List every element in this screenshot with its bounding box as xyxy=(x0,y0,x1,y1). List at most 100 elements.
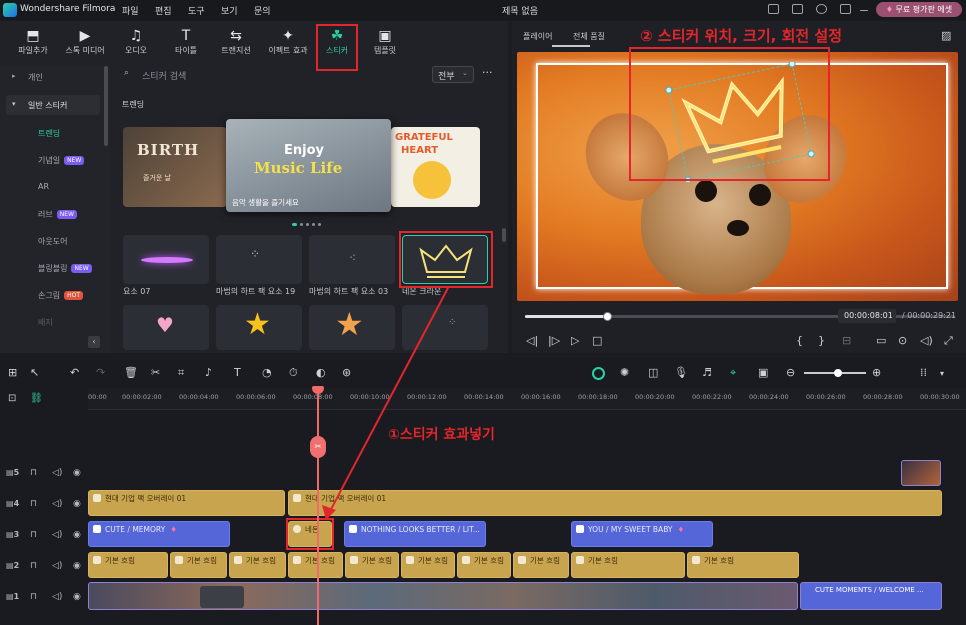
fullscreen-icon[interactable]: ⤢ xyxy=(944,334,953,348)
banner-music-life[interactable]: Enjoy Music Life 음악 생활을 즐기세요 xyxy=(226,119,391,212)
track3-title-clip[interactable]: CUTE / MEMORY ♦ xyxy=(88,521,230,547)
eye-icon[interactable]: ◉ xyxy=(73,530,81,540)
carousel-dot-active[interactable] xyxy=(292,223,297,226)
sticker-star-orange[interactable]: ★ xyxy=(309,305,395,350)
tool-templates[interactable]: ▣ 템플릿 xyxy=(360,27,410,63)
scene-icon[interactable]: ▣ xyxy=(758,366,768,379)
track2-blur-clip[interactable]: 기본 흐림 xyxy=(457,552,511,578)
upload-icon[interactable] xyxy=(840,4,851,14)
sticker-magic-heart-19[interactable]: ⁘ xyxy=(216,235,302,284)
shield-icon[interactable]: ◫ xyxy=(648,366,658,379)
delete-icon[interactable]: 🗑 xyxy=(124,366,138,379)
sidebar-item-trending[interactable]: 트렌딩 xyxy=(38,128,60,139)
carousel-dot[interactable] xyxy=(300,223,303,226)
menu-tools[interactable]: 도구 xyxy=(188,4,205,17)
grid-scrollbar[interactable] xyxy=(502,228,506,242)
sidebar-item-love[interactable]: 러브 NEW xyxy=(38,209,77,220)
sticker-heart[interactable]: ♥ xyxy=(123,305,209,350)
playhead-line[interactable] xyxy=(317,388,319,625)
sticker-sparkles[interactable]: ⁘ xyxy=(402,305,488,350)
track2-blur-clip[interactable]: 기본 흐림 xyxy=(513,552,569,578)
link-icon[interactable]: ⛓ xyxy=(30,393,43,404)
message-icon[interactable] xyxy=(792,4,803,14)
layout-grid-icon[interactable]: ⊞ xyxy=(8,366,17,379)
track1-title-clip[interactable]: CUTE MOMENTS / WELCOME ... xyxy=(800,582,942,610)
render-icon[interactable]: ⊟ xyxy=(842,334,851,347)
zoom-handle[interactable] xyxy=(834,369,842,377)
more-tools-icon[interactable]: ⊛ xyxy=(342,366,351,379)
timer-icon[interactable]: ⏱ xyxy=(289,366,298,380)
scrubber-handle[interactable] xyxy=(602,312,612,321)
layout-icon[interactable] xyxy=(768,4,779,14)
split-scissors-icon[interactable]: ✂ xyxy=(310,436,326,458)
zoom-in-icon[interactable]: ⊕ xyxy=(872,366,881,379)
redo-icon[interactable]: ↷ xyxy=(96,366,105,379)
sticker-magic-heart-03[interactable]: ⁖ xyxy=(309,235,395,284)
track2-blur-clip[interactable]: 기본 흐림 xyxy=(229,552,286,578)
stop-icon[interactable]: □ xyxy=(592,334,602,347)
lock-icon[interactable]: ⊓ xyxy=(30,499,37,509)
lock-icon[interactable]: ⊓ xyxy=(30,561,37,571)
mark-in-icon[interactable]: { xyxy=(796,334,803,347)
panel-layout-icon[interactable]: ⁞⁞ xyxy=(920,366,927,379)
tool-audio[interactable]: ♫ 오디오 xyxy=(111,27,161,63)
menu-help[interactable]: 문의 xyxy=(254,4,271,17)
lock-icon[interactable]: ⊓ xyxy=(30,592,37,602)
banner-grateful-heart[interactable]: GRATEFUL HEART xyxy=(391,127,480,207)
sidebar-general-row[interactable]: ▾ 일반 스티커 xyxy=(6,95,100,115)
sidebar-item-outdoor[interactable]: 아웃도어 xyxy=(38,236,67,247)
timeline-ruler[interactable]: 00:00 00:00:02:00 00:00:04:00 00:00:06:0… xyxy=(88,388,966,410)
lock-icon[interactable]: ⊓ xyxy=(30,468,37,478)
sidebar-personal[interactable]: 개인 xyxy=(28,72,43,83)
undo-icon[interactable]: ↶ xyxy=(70,366,79,379)
track1-video-clip[interactable] xyxy=(88,582,798,610)
track5-clip[interactable] xyxy=(901,460,941,486)
track4-overlay-clip[interactable]: 현대 기업 팩 오버레이 01 xyxy=(88,490,285,516)
tool-transitions[interactable]: ⇆ 트랜지션 xyxy=(211,27,261,63)
eye-icon[interactable]: ◉ xyxy=(73,561,81,571)
music-icon[interactable]: ♬ xyxy=(702,366,712,379)
microphone-icon[interactable]: 🎙 xyxy=(674,366,688,379)
chevron-down-icon[interactable]: ▾ xyxy=(940,369,944,378)
sidebar-collapse-button[interactable]: ‹ xyxy=(88,336,100,348)
auto-enhance-icon[interactable]: ✺ xyxy=(620,366,629,379)
search-input[interactable]: 스티커 검색 xyxy=(142,69,186,82)
audio-icon[interactable]: ◁) xyxy=(52,561,62,571)
tool-import[interactable]: ⬒ 파일추가 xyxy=(8,27,58,63)
snapshot-image-icon[interactable]: ▨ xyxy=(941,29,951,42)
play-icon[interactable]: ▷ xyxy=(571,334,579,347)
zoom-out-icon[interactable]: ⊖ xyxy=(786,366,795,379)
filter-dropdown[interactable]: 전부 ⌄ xyxy=(432,66,474,83)
prev-frame-icon[interactable]: ◁| xyxy=(526,334,538,347)
carousel-dot[interactable] xyxy=(312,223,315,226)
track2-blur-clip[interactable]: 기본 흐림 xyxy=(88,552,168,578)
track2-blur-clip[interactable]: 기본 흐림 xyxy=(170,552,227,578)
more-options-icon[interactable]: ··· xyxy=(482,66,493,79)
mark-out-icon[interactable]: } xyxy=(818,334,825,347)
sidebar-item-anniversary[interactable]: 기념일 NEW xyxy=(38,155,85,166)
tab-player[interactable]: 플레이어 xyxy=(523,31,552,42)
eye-icon[interactable]: ◉ xyxy=(73,468,81,478)
track4-overlay-clip[interactable]: 현대 기업 팩 오버레이 01 xyxy=(288,490,942,516)
lock-icon[interactable]: ⊓ xyxy=(30,530,37,540)
carousel-dot[interactable] xyxy=(318,223,321,226)
eye-icon[interactable]: ◉ xyxy=(73,499,81,509)
track3-title-clip[interactable]: YOU / MY SWEET BABY ♦ xyxy=(571,521,713,547)
banner-birthday[interactable]: BIRTH 즐거운 날 xyxy=(123,127,227,207)
audio-icon[interactable]: ◁) xyxy=(52,530,62,540)
camera-icon[interactable]: ⊙ xyxy=(898,334,907,347)
track2-blur-clip[interactable]: 기본 흐림 xyxy=(401,552,455,578)
audio-icon[interactable]: ◁) xyxy=(52,468,62,478)
display-icon[interactable]: ▭ xyxy=(876,334,886,347)
sidebar-item-ar[interactable]: AR xyxy=(38,182,49,191)
tool-stock-media[interactable]: ▶ 스톡 미디어 xyxy=(60,27,110,63)
sidebar-scrollbar[interactable] xyxy=(104,66,108,146)
menu-view[interactable]: 보기 xyxy=(221,4,238,17)
render-preview-icon[interactable] xyxy=(592,367,605,380)
tab-quality[interactable]: 전체 품질 xyxy=(573,31,605,42)
audio-edit-icon[interactable]: ♪ xyxy=(205,366,212,379)
step-forward-icon[interactable]: |▷ xyxy=(548,334,560,347)
snap-icon[interactable]: ⌖ xyxy=(730,366,736,380)
minimize-icon[interactable] xyxy=(860,10,868,11)
text-edit-icon[interactable]: T xyxy=(234,366,241,379)
